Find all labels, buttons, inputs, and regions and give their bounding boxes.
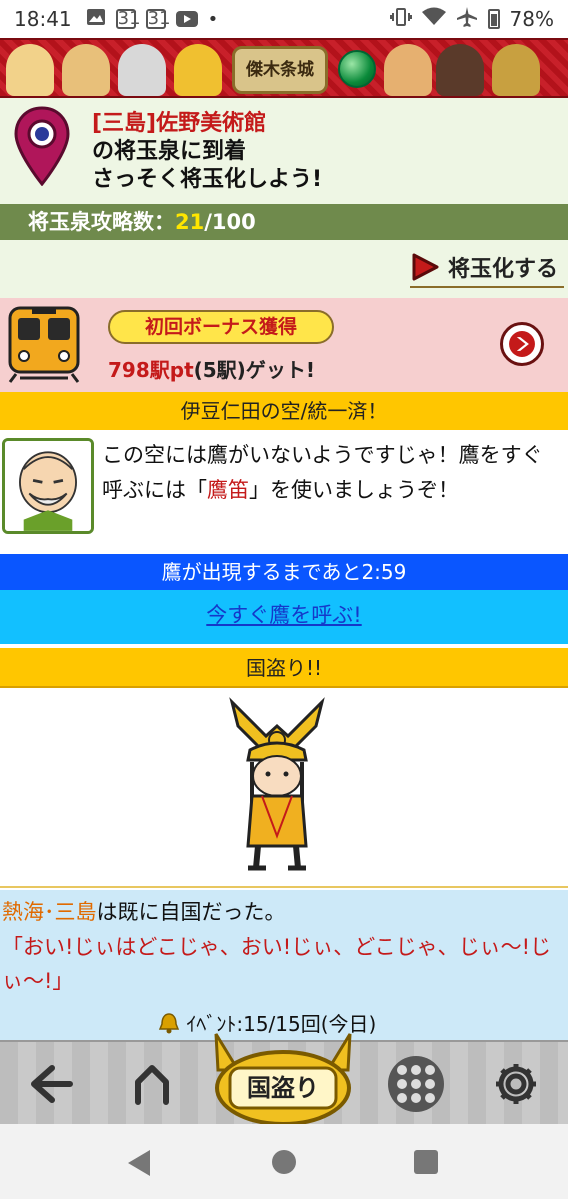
sky-status-bar: 伊豆仁田の空/統一済！ xyxy=(0,392,568,430)
status-bar: 18:41 31 31 • 78% xyxy=(0,0,568,38)
arrival-station[interactable]: [三島]佐野美術館 xyxy=(92,110,322,138)
gear-icon[interactable] xyxy=(488,1056,544,1112)
banner-character-4 xyxy=(174,44,222,96)
game-banner[interactable]: 傑木条城 xyxy=(0,38,568,98)
banner-logo: 傑木条城 xyxy=(232,46,328,94)
bonus-points: 798駅pt xyxy=(108,358,194,382)
wifi-icon xyxy=(421,7,446,32)
arrival-line-3: さっそく将玉化しよう! xyxy=(92,167,323,192)
back-arrow-icon[interactable] xyxy=(24,1056,80,1112)
map-pin-icon xyxy=(14,106,70,186)
system-back-icon[interactable] xyxy=(128,1150,150,1176)
train-icon xyxy=(8,306,80,383)
airplane-icon xyxy=(456,6,478,33)
banner-character-7 xyxy=(492,44,540,96)
capture-count-bar: 将玉泉攻略数：21/100 xyxy=(0,204,568,240)
bonus-detail: (5駅)ゲット! xyxy=(193,358,315,382)
bonus-text: 798駅pt(5駅)ゲット! xyxy=(108,354,315,383)
banner-character-2 xyxy=(62,44,110,96)
result-section: 熱海･三島は既に自国だった。 「おい!じぃはどこじゃ、おい!じぃ、どこじゃ、じぃ… xyxy=(0,890,568,1040)
advisor-avatar xyxy=(2,438,94,534)
capture-count: 21 xyxy=(175,210,205,234)
arrival-line-2: の将玉泉に到着 xyxy=(92,139,247,164)
status-time: 18:41 xyxy=(14,7,72,31)
result-quote: 「おい!じぃはどこじゃ、おい!じぃ、どこじゃ、じぃ〜!じぃ〜!」 xyxy=(2,935,551,993)
bonus-section[interactable]: 初回ボーナス獲得 798駅pt(5駅)ゲット! xyxy=(0,298,568,392)
vibrate-icon xyxy=(389,7,412,32)
action-row: 将玉化する xyxy=(0,240,568,298)
bell-icon xyxy=(158,1013,180,1034)
banner-character-5 xyxy=(384,44,432,96)
system-nav-bar xyxy=(0,1124,568,1199)
grid-menu-icon[interactable] xyxy=(388,1056,444,1112)
youtube-icon xyxy=(175,11,198,27)
shogyoku-button[interactable]: 将玉化する xyxy=(409,248,564,288)
arrival-section: [三島]佐野美術館 の将玉泉に到着 さっそく将玉化しよう! xyxy=(0,98,568,204)
kunitori-button-label: 国盗り xyxy=(247,1074,319,1102)
banner-character-1 xyxy=(6,44,54,96)
kunitori-header: 国盗り!! xyxy=(0,648,568,688)
shogyoku-button-label: 将玉化する xyxy=(447,257,558,282)
calendar-icon-2: 31 xyxy=(145,8,171,29)
bonus-title-badge: 初回ボーナス獲得 xyxy=(108,310,334,344)
result-line-1-rest: は既に自国だった。 xyxy=(96,900,286,924)
calendar-icon: 31 xyxy=(115,8,141,29)
samurai-area xyxy=(0,690,568,888)
result-place: 熱海･三島 xyxy=(2,900,97,924)
capture-label: 将玉泉攻略数： xyxy=(28,210,175,234)
result-line-1: 熱海･三島は既に自国だった。 xyxy=(2,896,286,926)
capture-total: /100 xyxy=(204,210,256,234)
call-hawk-bar: 今すぐ鷹を呼ぶ! xyxy=(0,590,568,644)
notification-dot: • xyxy=(207,8,219,30)
hawk-message-text: この空には鷹がいないようですじゃ！鷹をすぐ呼ぶには「鷹笛」を使いましょうぞ！ xyxy=(102,438,562,508)
system-recents-icon[interactable] xyxy=(414,1150,438,1174)
bottom-nav: 国盗り xyxy=(0,1033,568,1126)
hawk-message-part2: 」を使いましょうぞ！ xyxy=(249,478,459,502)
battery-percent: 78% xyxy=(509,7,554,31)
banner-character-3 xyxy=(118,44,166,96)
call-hawk-link[interactable]: 今すぐ鷹を呼ぶ! xyxy=(206,603,361,627)
system-home-icon[interactable] xyxy=(272,1150,296,1174)
home-icon[interactable] xyxy=(124,1056,180,1112)
chevron-right-icon[interactable] xyxy=(500,322,544,366)
banner-orb xyxy=(338,50,376,88)
hawk-message-section: この空には鷹がいないようですじゃ！鷹をすぐ呼ぶには「鷹笛」を使いましょうぞ！ xyxy=(0,430,568,554)
gallery-icon xyxy=(86,8,106,31)
play-arrow-icon xyxy=(412,253,439,281)
battery-icon xyxy=(487,9,500,29)
kunitori-button[interactable]: 国盗り xyxy=(208,1030,358,1126)
hawk-whistle-item[interactable]: 鷹笛 xyxy=(207,478,249,502)
samurai-character xyxy=(229,697,325,871)
banner-character-6 xyxy=(436,44,484,96)
hawk-timer-bar: 鷹が出現するまであと2:59 xyxy=(0,554,568,590)
